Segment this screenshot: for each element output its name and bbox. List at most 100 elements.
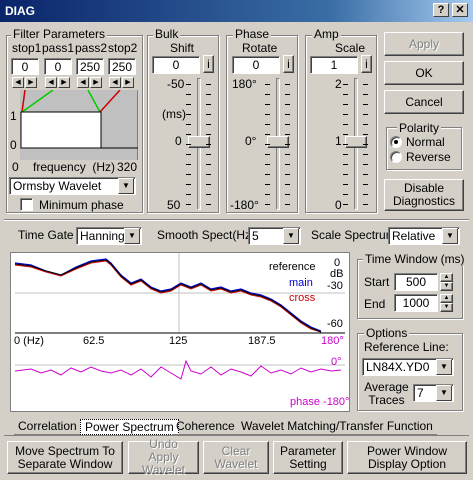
slider-tick [186, 124, 191, 125]
bulk-subtitle: Shift [170, 41, 195, 55]
amp-tick-bottom: 0 [335, 198, 342, 212]
tab-strip-line [4, 435, 469, 436]
start-input[interactable]: 500 [394, 273, 438, 291]
wavelet-select[interactable]: Ormsby Wavelet ▼ [9, 177, 136, 195]
pass1-right-arrow[interactable]: ▶ [58, 77, 70, 88]
pass2-left-arrow[interactable]: ◀ [77, 77, 89, 88]
slider-tick [285, 114, 290, 115]
power-window-display-button[interactable]: Power Window Display Option [347, 441, 467, 474]
start-down-arrow[interactable]: ▼ [440, 282, 453, 291]
close-button[interactable]: ✕ [452, 3, 468, 17]
slider-tick [265, 104, 270, 105]
chevron-down-icon[interactable]: ▼ [436, 359, 452, 375]
slider-tick [206, 184, 211, 185]
cancel-button[interactable]: Cancel [384, 90, 464, 114]
tab-wavelet-matching[interactable]: Wavelet Matching/Transfer Function [237, 419, 437, 435]
bulk-info-button[interactable]: i [203, 55, 214, 73]
average-traces-select[interactable]: 7 ▼ [413, 384, 454, 402]
bulk-shift-input[interactable]: 0 [152, 56, 200, 74]
chevron-down-icon[interactable]: ▼ [124, 228, 140, 244]
options-title: Options [364, 326, 410, 340]
reference-line-label: Reference Line: [364, 340, 449, 354]
amp-info-button[interactable]: i [361, 55, 372, 73]
reference-line-select[interactable]: LN84X.YD0 ▼ [362, 358, 454, 376]
phase-slider-thumb[interactable] [267, 136, 289, 148]
pass2-input[interactable]: 250 [76, 58, 104, 75]
amp-scale-input[interactable]: 1 [310, 56, 358, 74]
separator [4, 219, 469, 221]
slider-tick [265, 184, 270, 185]
smooth-label: Smooth Spect(Hz) [157, 228, 256, 242]
slider-tick [343, 94, 348, 95]
stop1-input[interactable]: 0 [11, 58, 39, 75]
amp-subtitle: Scale [335, 41, 366, 55]
end-input[interactable]: 1000 [394, 294, 438, 312]
slider-tick [186, 164, 191, 165]
radio-dot [394, 140, 398, 144]
chevron-down-icon[interactable]: ▼ [118, 178, 134, 194]
bulk-tick-mid: 0 [175, 134, 182, 148]
reverse-radio[interactable] [390, 151, 402, 163]
slider-tick [265, 164, 270, 165]
disable-diagnostics-button[interactable]: Disable Diagnostics [384, 179, 464, 211]
scale-spectrum-select[interactable]: Relative ▼ [388, 227, 460, 245]
help-button[interactable]: ? [433, 3, 449, 17]
spectrum-plot[interactable]: reference main cross 0 dB -30 -60 0 (Hz)… [10, 252, 350, 412]
chevron-down-icon[interactable]: ▼ [283, 228, 299, 244]
pass1-left-arrow[interactable]: ◀ [45, 77, 57, 88]
slider-tick [186, 114, 191, 115]
slider-tick [206, 114, 211, 115]
phase-info-button[interactable]: i [283, 55, 294, 73]
undo-apply-wavelet-button[interactable]: Undo Apply Wavelet [128, 438, 199, 477]
ok-button[interactable]: OK [384, 61, 464, 85]
slider-tick [206, 154, 211, 155]
apply-button[interactable]: Apply [384, 32, 464, 56]
filter-shape-svg [20, 89, 138, 149]
stop1-right-arrow[interactable]: ▶ [25, 77, 37, 88]
phase-subtitle: Rotate [242, 41, 278, 55]
phase-bottom-label: phase -180° [290, 396, 350, 408]
x-tick-1: 62.5 [83, 335, 105, 347]
slider-tick [186, 204, 191, 205]
chevron-down-icon[interactable]: ▼ [436, 385, 452, 401]
slider-tick [363, 84, 368, 85]
tab-power-spectrum[interactable]: Power Spectrum [80, 419, 179, 435]
stop2-right-arrow[interactable]: ▶ [122, 77, 134, 88]
average-traces-value: 7 [417, 386, 424, 400]
stop2-input[interactable]: 250 [108, 58, 136, 75]
filter-parameters-title: Filter Parameters [11, 27, 108, 41]
slider-tick [206, 104, 211, 105]
time-gate-select[interactable]: Hanning ▼ [76, 227, 142, 245]
pass2-right-arrow[interactable]: ▶ [90, 77, 102, 88]
stop2-left-arrow[interactable]: ◀ [109, 77, 121, 88]
slider-tick [285, 184, 290, 185]
amp-slider-thumb[interactable] [345, 136, 367, 148]
tab-correlation[interactable]: Correlation [14, 419, 81, 435]
slider-tick [285, 124, 290, 125]
slider-tick [186, 104, 191, 105]
phase-rotate-input[interactable]: 0 [232, 56, 280, 74]
chevron-down-icon[interactable]: ▼ [442, 228, 458, 244]
slider-tick [285, 84, 290, 85]
reverse-label: Reverse [406, 150, 451, 164]
slider-tick [206, 94, 211, 95]
slider-tick [206, 134, 211, 135]
slider-tick [285, 164, 290, 165]
move-spectrum-button[interactable]: Move Spectrum To Separate Window [7, 441, 123, 474]
tab-coherence[interactable]: Coherence [172, 419, 239, 435]
smooth-select[interactable]: 5 ▼ [248, 227, 301, 245]
filter-header-pass1: pass1 [42, 41, 75, 55]
clear-wavelet-button[interactable]: Clear Wavelet [203, 441, 269, 474]
pass1-input[interactable]: 0 [44, 58, 72, 75]
filter-header-stop2: stop2 [108, 41, 138, 55]
min-phase-checkbox[interactable] [20, 198, 33, 211]
slider-tick [265, 134, 270, 135]
stop1-left-arrow[interactable]: ◀ [12, 77, 24, 88]
slider-tick [206, 174, 211, 175]
end-down-arrow[interactable]: ▼ [440, 303, 453, 312]
slider-tick [343, 194, 348, 195]
min-phase-label: Minimum phase [39, 198, 124, 212]
parameter-setting-button[interactable]: Parameter Setting [273, 441, 343, 474]
bulk-slider-thumb[interactable] [188, 136, 210, 148]
normal-radio[interactable] [390, 136, 402, 148]
